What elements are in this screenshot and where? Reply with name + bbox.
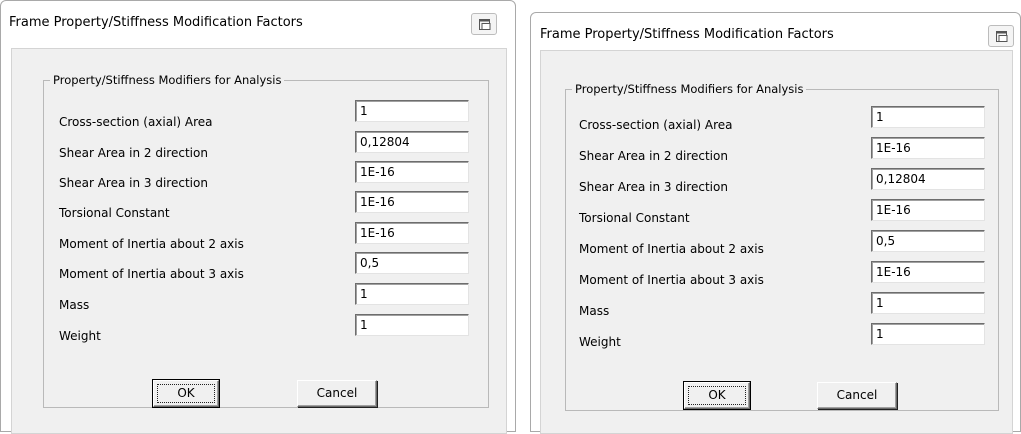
ok-button[interactable]: OK <box>683 381 751 410</box>
input-inertia-2[interactable]: 1E-16 <box>355 222 469 244</box>
input-shear-area-3[interactable]: 1E-16 <box>355 161 469 183</box>
window-restore-icon <box>996 31 1008 42</box>
field-label-weight: Weight <box>59 329 101 343</box>
field-label-inertia-3: Moment of Inertia about 3 axis <box>579 273 764 287</box>
input-inertia-3[interactable]: 1E-16 <box>871 261 985 283</box>
focus-rectangle <box>157 384 215 403</box>
window-restore-button[interactable] <box>471 13 497 35</box>
input-inertia-2[interactable]: 0,5 <box>871 230 985 252</box>
input-torsional-constant[interactable]: 1E-16 <box>355 191 469 213</box>
field-label-inertia-3: Moment of Inertia about 3 axis <box>59 267 244 281</box>
window-restore-button[interactable] <box>988 25 1014 47</box>
field-label-inertia-2: Moment of Inertia about 2 axis <box>579 242 764 256</box>
field-label-mass: Mass <box>59 298 90 312</box>
field-label-axial-area: Cross-section (axial) Area <box>59 115 213 129</box>
input-mass[interactable]: 1 <box>355 283 469 305</box>
field-label-inertia-2: Moment of Inertia about 2 axis <box>59 237 244 251</box>
cancel-button-label: Cancel <box>316 386 358 400</box>
input-axial-area[interactable]: 1 <box>871 106 985 128</box>
field-label-weight: Weight <box>579 335 621 349</box>
dialog-title: Frame Property/Stiffness Modification Fa… <box>9 15 303 30</box>
window-restore-icon <box>479 19 491 30</box>
field-label-shear-area-3: Shear Area in 3 direction <box>59 176 208 190</box>
cancel-button[interactable]: Cancel <box>297 380 377 407</box>
dialog-titlebar[interactable]: Frame Property/Stiffness Modification Fa… <box>1 1 515 46</box>
field-label-axial-area: Cross-section (axial) Area <box>579 118 733 132</box>
stiffness-modifiers-dialog-2: Frame Property/Stiffness Modification Fa… <box>530 12 1021 434</box>
cancel-button[interactable]: Cancel <box>817 382 897 409</box>
input-shear-area-2[interactable]: 0,12804 <box>355 131 469 153</box>
input-weight[interactable]: 1 <box>355 314 469 336</box>
input-shear-area-2[interactable]: 1E-16 <box>871 137 985 159</box>
dialog-body: Property/Stiffness Modifiers for Analysi… <box>11 48 507 434</box>
field-label-shear-area-3: Shear Area in 3 direction <box>579 180 728 194</box>
input-weight[interactable]: 1 <box>871 323 985 345</box>
field-label-shear-area-2: Shear Area in 2 direction <box>59 146 208 160</box>
dialog-body: Property/Stiffness Modifiers for Analysi… <box>540 50 1013 434</box>
groupbox-label: Property/Stiffness Modifiers for Analysi… <box>572 82 807 96</box>
field-label-torsional-constant: Torsional Constant <box>59 206 170 220</box>
input-inertia-3[interactable]: 0,5 <box>355 252 469 274</box>
input-torsional-constant[interactable]: 1E-16 <box>871 199 985 221</box>
stiffness-modifiers-dialog-1: Frame Property/Stiffness Modification Fa… <box>0 0 516 434</box>
input-mass[interactable]: 1 <box>871 292 985 314</box>
field-label-shear-area-2: Shear Area in 2 direction <box>579 149 728 163</box>
focus-rectangle <box>688 386 746 405</box>
input-shear-area-3[interactable]: 0,12804 <box>871 168 985 190</box>
field-label-torsional-constant: Torsional Constant <box>579 211 690 225</box>
ok-button[interactable]: OK <box>152 379 220 408</box>
cancel-button-label: Cancel <box>836 388 878 402</box>
input-axial-area[interactable]: 1 <box>355 100 469 122</box>
field-label-mass: Mass <box>579 304 610 318</box>
groupbox-label: Property/Stiffness Modifiers for Analysi… <box>50 73 285 87</box>
dialog-title: Frame Property/Stiffness Modification Fa… <box>540 27 834 42</box>
